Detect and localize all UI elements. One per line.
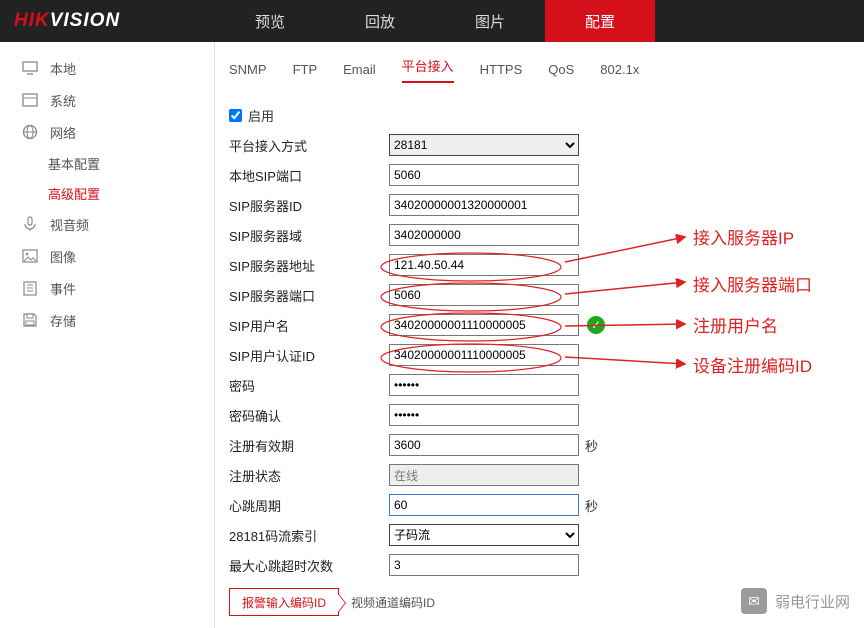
wechat-icon: ✉ (741, 588, 767, 614)
topnav-preview[interactable]: 预览 (215, 0, 325, 42)
reg-status-field (389, 464, 579, 486)
password-input[interactable] (389, 374, 579, 396)
sip-server-addr-input[interactable] (389, 254, 579, 276)
sip-auth-id-input[interactable] (389, 344, 579, 366)
sip-server-port-label: SIP服务器端口 (229, 286, 389, 305)
sidebar-item-label: 网络 (50, 123, 76, 142)
max-timeout-input[interactable] (389, 554, 579, 576)
sip-server-domain-label: SIP服务器域 (229, 226, 389, 245)
sidebar-item-label: 本地 (50, 59, 76, 78)
tab-https[interactable]: HTTPS (480, 62, 523, 83)
sip-server-port-input[interactable] (389, 284, 579, 306)
content-area: SNMP FTP Email 平台接入 HTTPS QoS 802.1x 启用 … (215, 42, 864, 628)
sip-user-input[interactable] (389, 314, 579, 336)
monitor-icon (22, 60, 38, 76)
stream-index-label: 28181码流索引 (229, 526, 389, 545)
reg-valid-label: 注册有效期 (229, 436, 389, 455)
form: 启用 平台接入方式 28181 本地SIP端口 SIP服务器ID SIP服务器域… (229, 84, 852, 616)
brand-logo: HIKVISION (0, 0, 215, 42)
save-icon (22, 312, 38, 328)
sip-auth-id-label: SIP用户认证ID (229, 346, 389, 365)
local-sip-port-label: 本地SIP端口 (229, 166, 389, 185)
anno-server-ip: 接入服务器IP (693, 224, 794, 249)
mic-icon (22, 216, 38, 232)
watermark: ✉ 弱电行业网 (741, 588, 850, 614)
tab-snmp[interactable]: SNMP (229, 62, 267, 83)
anno-device-id: 设备注册编码ID (693, 352, 812, 377)
image-icon (22, 248, 38, 264)
sidebar-item-av[interactable]: 视音频 (0, 208, 214, 240)
heartbeat-label: 心跳周期 (229, 496, 389, 515)
event-icon (22, 280, 38, 296)
sidebar-item-label: 系统 (50, 91, 76, 110)
sidebar-item-event[interactable]: 事件 (0, 272, 214, 304)
password2-input[interactable] (389, 404, 579, 426)
system-icon (22, 92, 38, 108)
watermark-text: 弱电行业网 (775, 591, 850, 612)
sip-server-domain-input[interactable] (389, 224, 579, 246)
anno-reg-user: 注册用户名 (693, 312, 778, 337)
sidebar-item-label: 视音频 (50, 215, 89, 234)
tab-ftp[interactable]: FTP (293, 62, 318, 83)
topnav-playback[interactable]: 回放 (325, 0, 435, 42)
sip-user-label: SIP用户名 (229, 316, 389, 335)
subtab-row: SNMP FTP Email 平台接入 HTTPS QoS 802.1x (229, 56, 852, 84)
check-ok-icon: ✓ (587, 316, 605, 334)
stream-index-select[interactable]: 子码流 (389, 524, 579, 546)
reg-status-label: 注册状态 (229, 466, 389, 485)
unit-seconds: 秒 (585, 496, 598, 515)
sidebar-item-network[interactable]: 网络 (0, 116, 214, 148)
access-mode-label: 平台接入方式 (229, 136, 389, 155)
enable-checkbox[interactable] (229, 109, 242, 122)
sidebar-item-label: 存储 (50, 311, 76, 330)
heartbeat-input[interactable] (389, 494, 579, 516)
sidebar-item-label: 事件 (50, 279, 76, 298)
topnav-picture[interactable]: 图片 (435, 0, 545, 42)
sip-server-id-label: SIP服务器ID (229, 196, 389, 215)
tab-qos[interactable]: QoS (548, 62, 574, 83)
globe-icon (22, 124, 38, 140)
max-timeout-label: 最大心跳超时次数 (229, 556, 389, 575)
password-label: 密码 (229, 376, 389, 395)
sidebar-sub-advanced[interactable]: 高级配置 (0, 178, 214, 208)
bottom-tab-video-id[interactable]: 视频通道编码ID (339, 588, 447, 616)
local-sip-port-input[interactable] (389, 164, 579, 186)
sidebar: 本地 系统 网络 基本配置 高级配置 视音频 图像 事件 存储 (0, 42, 215, 628)
anno-server-port: 接入服务器端口 (693, 271, 812, 296)
sidebar-item-image[interactable]: 图像 (0, 240, 214, 272)
sidebar-sub-basic[interactable]: 基本配置 (0, 148, 214, 178)
password2-label: 密码确认 (229, 406, 389, 425)
top-nav: HIKVISION 预览 回放 图片 配置 (0, 0, 864, 42)
sip-server-id-input[interactable] (389, 194, 579, 216)
unit-seconds: 秒 (585, 436, 598, 455)
tab-email[interactable]: Email (343, 62, 376, 83)
tab-platform[interactable]: 平台接入 (402, 56, 454, 83)
reg-valid-input[interactable] (389, 434, 579, 456)
access-mode-select[interactable]: 28181 (389, 134, 579, 156)
enable-label: 启用 (248, 106, 274, 125)
sidebar-item-label: 图像 (50, 247, 76, 266)
tab-8021x[interactable]: 802.1x (600, 62, 639, 83)
sidebar-item-storage[interactable]: 存储 (0, 304, 214, 336)
topnav-config[interactable]: 配置 (545, 0, 655, 42)
sip-server-addr-label: SIP服务器地址 (229, 256, 389, 275)
sidebar-item-system[interactable]: 系统 (0, 84, 214, 116)
sidebar-item-local[interactable]: 本地 (0, 52, 214, 84)
bottom-tab-alarm-id[interactable]: 报警输入编码ID (229, 588, 339, 616)
